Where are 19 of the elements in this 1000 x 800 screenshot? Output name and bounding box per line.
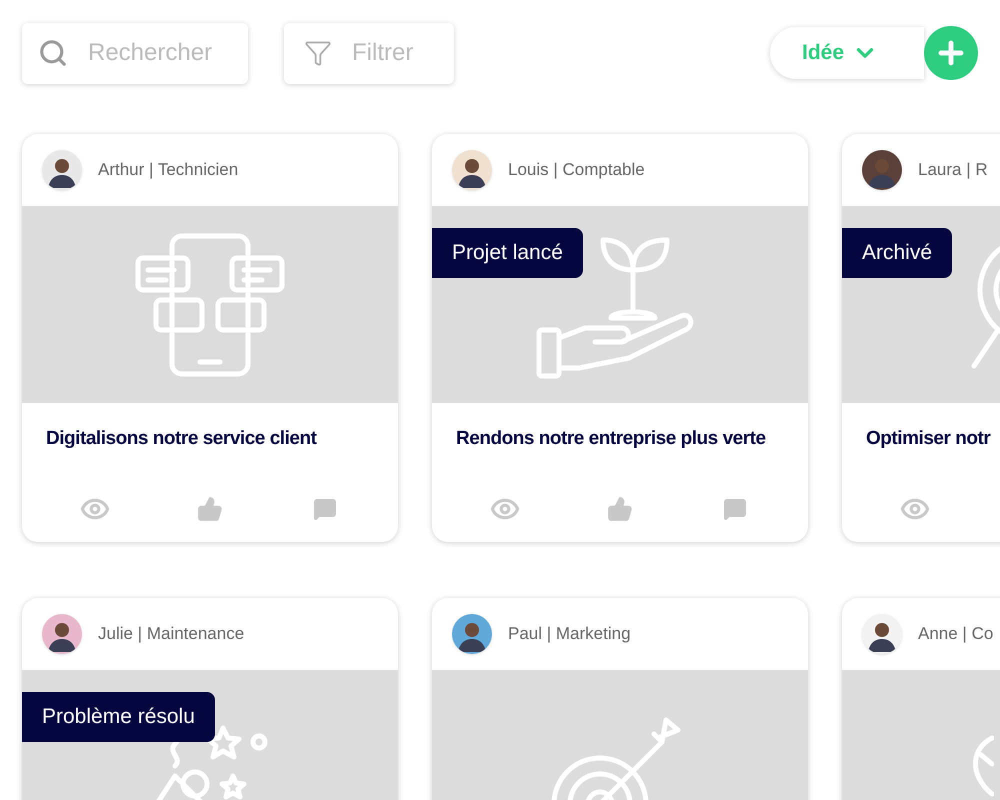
idea-title: Rendons notre entreprise plus verte (456, 426, 766, 451)
status-badge: Problème résolu (22, 692, 215, 742)
status-badge: Archivé (842, 228, 952, 278)
search-field[interactable]: Rechercher (22, 22, 248, 84)
idea-card[interactable]: Louis | Comptable Projet lancé Rendons notre entreprise plus verte (432, 134, 808, 542)
idea-card[interactable]: Arthur | Technicien Digitalisons notre service client (22, 134, 398, 542)
idea-card[interactable]: Paul | Marketing (432, 598, 808, 800)
idea-card[interactable]: Laura | R Archivé Optimiser notr (842, 134, 1000, 542)
author-name: Anne | Co (918, 623, 994, 646)
author-name: Arthur | Technicien (98, 159, 238, 182)
idea-title: Optimiser notr (866, 426, 990, 451)
idea-card[interactable]: Anne | Co (842, 598, 1000, 800)
status-badge: Projet lancé (432, 228, 583, 278)
author-name: Julie | Maintenance (98, 623, 244, 646)
idea-card[interactable]: Julie | Maintenance Problème résolu (22, 598, 398, 800)
author-name: Laura | R (918, 159, 988, 182)
author-name: Paul | Marketing (508, 623, 631, 646)
author-name: Louis | Comptable (508, 159, 645, 182)
idea-title: Digitalisons notre service client (46, 426, 316, 451)
